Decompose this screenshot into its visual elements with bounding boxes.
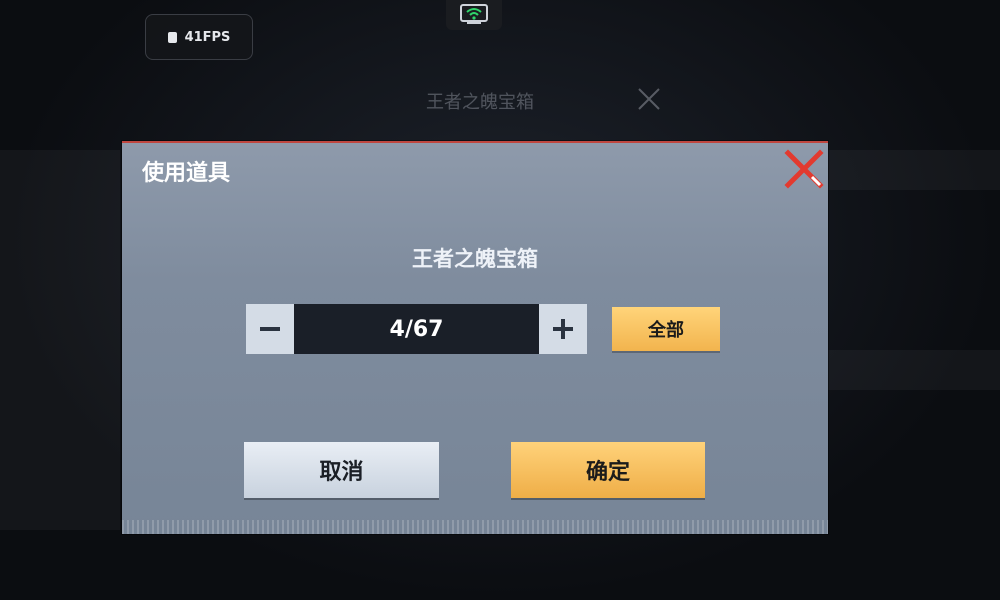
plus-icon: [553, 319, 573, 339]
background-close-icon: [638, 88, 660, 110]
fps-label: 41FPS: [184, 29, 231, 45]
confirm-button[interactable]: 确定: [511, 442, 705, 498]
increase-button[interactable]: [539, 304, 587, 354]
fps-badge: 41FPS: [145, 14, 253, 60]
dialog-title: 使用道具: [142, 161, 231, 186]
bg-strip: [0, 150, 120, 530]
use-item-dialog: 使用道具 王者之魄宝箱 4/67 全部 取消 确定: [122, 141, 828, 534]
quantity-value: 4/67: [294, 304, 539, 354]
minus-icon: [260, 327, 280, 331]
select-all-button[interactable]: 全部: [612, 307, 720, 351]
item-name: 王者之魄宝箱: [412, 247, 538, 271]
cancel-button[interactable]: 取消: [244, 442, 439, 498]
close-icon[interactable]: [782, 147, 826, 191]
wifi-icon: [446, 0, 502, 30]
background-title: 王者之魄宝箱: [426, 92, 534, 113]
decrease-button[interactable]: [246, 304, 294, 354]
chip-icon: [167, 31, 177, 43]
quantity-stepper: 4/67: [246, 304, 587, 354]
